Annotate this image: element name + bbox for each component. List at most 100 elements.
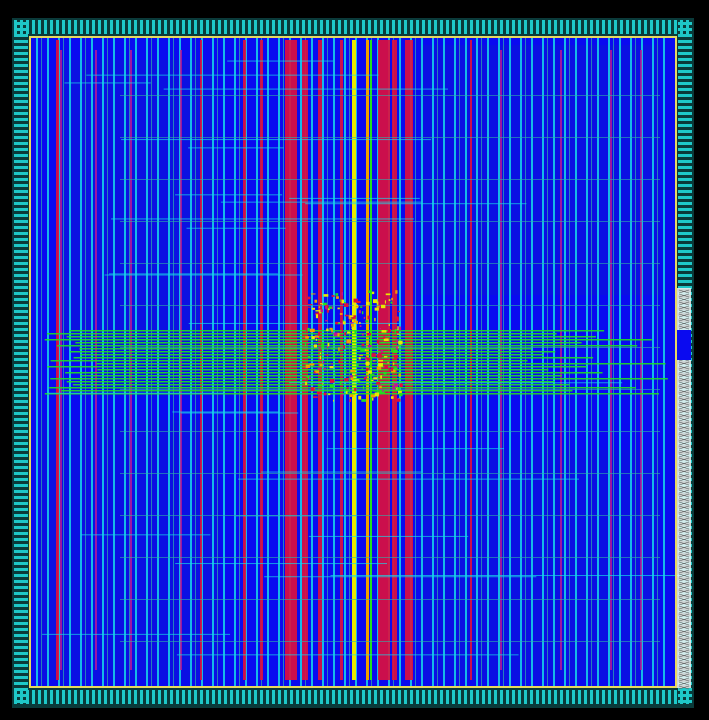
io-pad xyxy=(626,20,629,34)
logic-cell xyxy=(374,317,376,322)
logic-cell xyxy=(325,319,328,322)
io-pad xyxy=(362,20,365,34)
io-pad xyxy=(14,682,28,685)
io-pad xyxy=(14,352,28,355)
logic-cell xyxy=(337,332,340,337)
horizontal-wire xyxy=(120,473,660,474)
horizontal-wire xyxy=(188,322,401,324)
horizontal-wire xyxy=(308,535,469,537)
horizontal-wire xyxy=(120,137,660,138)
logic-cell xyxy=(398,340,403,345)
io-pad xyxy=(608,20,611,34)
horizontal-wire xyxy=(47,366,587,368)
logic-cell xyxy=(398,326,402,331)
logic-cell xyxy=(355,374,358,376)
logic-cell xyxy=(346,331,350,334)
logic-cell xyxy=(320,309,323,313)
logic-cell xyxy=(331,363,333,365)
io-pad xyxy=(678,214,692,217)
logic-cell xyxy=(329,385,334,388)
io-pad xyxy=(14,58,28,61)
io-pad xyxy=(248,20,251,34)
io-pad xyxy=(14,520,28,523)
io-pad xyxy=(678,226,692,229)
logic-cell xyxy=(373,389,378,392)
vertical-wire xyxy=(531,38,533,686)
io-pad xyxy=(14,208,28,211)
io-pad xyxy=(678,130,692,133)
io-pad xyxy=(678,88,692,91)
logic-cell xyxy=(383,336,386,339)
logic-cell xyxy=(379,328,381,330)
horizontal-wire xyxy=(120,557,660,558)
io-pad xyxy=(14,418,28,421)
logic-cell xyxy=(358,357,361,360)
logic-cell xyxy=(349,398,351,402)
logic-cell xyxy=(315,338,317,341)
horizontal-wire xyxy=(120,305,660,306)
logic-cell xyxy=(395,398,401,402)
logic-cell xyxy=(355,300,361,304)
io-pad xyxy=(218,690,221,704)
io-pad xyxy=(236,20,239,34)
io-pad xyxy=(422,20,425,34)
logic-cell xyxy=(306,324,309,327)
io-pad xyxy=(302,690,305,704)
io-pad xyxy=(14,100,28,103)
logic-cell xyxy=(337,307,340,310)
io-pad xyxy=(536,690,539,704)
io-pad xyxy=(518,690,521,704)
io-pad xyxy=(668,690,671,704)
io-pad xyxy=(482,20,485,34)
io-pad xyxy=(14,592,28,595)
logic-cell xyxy=(331,347,333,350)
chip-layout-view[interactable] xyxy=(0,0,709,720)
logic-cell xyxy=(319,352,322,355)
vertical-wire xyxy=(129,38,130,686)
horizontal-wire xyxy=(69,351,556,353)
logic-cell xyxy=(329,365,334,369)
io-pad xyxy=(122,690,125,704)
io-pad xyxy=(128,690,131,704)
logic-cell xyxy=(381,330,387,333)
logic-cell xyxy=(376,339,380,344)
io-pad xyxy=(416,20,419,34)
io-pad xyxy=(656,20,659,34)
vertical-wire xyxy=(349,38,350,686)
vertical-wire xyxy=(498,38,500,686)
io-pad xyxy=(284,690,287,704)
vertical-wire xyxy=(564,38,566,686)
vertical-wire xyxy=(113,38,115,686)
io-pad xyxy=(14,394,28,397)
logic-cell xyxy=(367,370,372,374)
logic-cell xyxy=(319,363,323,367)
logic-cell xyxy=(397,310,400,313)
io-pad xyxy=(638,20,641,34)
horizontal-wire xyxy=(46,333,557,335)
logic-cell xyxy=(395,386,397,388)
io-pad xyxy=(194,690,197,704)
io-pad xyxy=(14,274,28,277)
io-pad xyxy=(572,690,575,704)
logic-cell xyxy=(306,377,308,381)
io-pad xyxy=(678,196,692,199)
io-pad xyxy=(678,82,692,85)
io-pad xyxy=(578,20,581,34)
io-pad xyxy=(68,20,71,34)
io-pad xyxy=(452,690,455,704)
io-pad xyxy=(512,20,515,34)
io-pad xyxy=(416,690,419,704)
io-pad xyxy=(14,184,28,187)
logic-cell xyxy=(325,306,327,310)
logic-cell xyxy=(309,376,311,380)
vertical-wire xyxy=(608,38,610,686)
io-pad xyxy=(248,690,251,704)
io-pad xyxy=(14,310,28,313)
io-pad xyxy=(272,690,275,704)
logic-cell xyxy=(322,384,326,386)
io-pad xyxy=(678,190,692,193)
io-pad xyxy=(14,622,28,625)
logic-cell xyxy=(380,350,383,353)
io-pad xyxy=(56,690,59,704)
io-pad xyxy=(470,690,473,704)
